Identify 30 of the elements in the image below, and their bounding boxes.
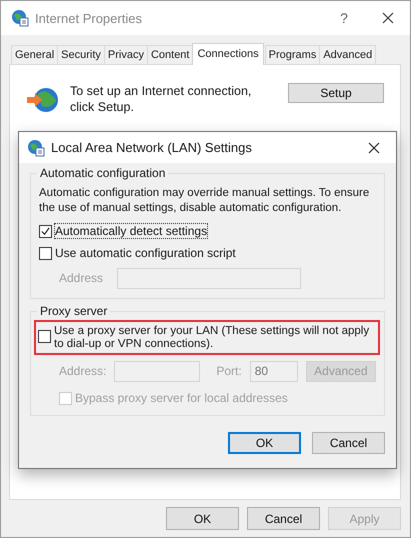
field-label: Port:: [216, 364, 242, 378]
close-icon: [382, 12, 394, 24]
field-label: Address: [59, 271, 104, 285]
dialog-button[interactable]: OK: [228, 432, 301, 454]
close-icon: [368, 142, 380, 154]
checkbox-label[interactable]: Use a proxy server for your LAN (These settings will not apply to dial-up or VPN connections).: [54, 325, 376, 351]
tab[interactable]: General: [11, 45, 58, 64]
group-heading: Proxy server: [37, 304, 110, 318]
checkbox[interactable]: [38, 330, 51, 343]
checkbox[interactable]: [39, 224, 52, 238]
setup-instruction: To set up an Internet connection, click Setup.: [70, 83, 252, 115]
dialog-button[interactable]: Cancel: [312, 432, 385, 454]
description-text: Automatic configuration may override manual settings. To ensure the use of manual settings, disable automatic configuration.: [39, 186, 370, 216]
checkbox-label[interactable]: Use automatic configuration script: [55, 246, 236, 260]
globe-icon: [27, 138, 45, 156]
tab[interactable]: Advanced: [319, 45, 376, 64]
group-heading: Automatic configuration: [37, 166, 168, 180]
dialog-title: Local Area Network (LAN) Settings: [51, 140, 253, 155]
dialog-button[interactable]: Cancel: [247, 507, 320, 530]
help-button[interactable]: ?: [322, 3, 366, 33]
tab[interactable]: Programs: [264, 45, 320, 64]
setup-button[interactable]: Setup: [288, 83, 384, 103]
tab[interactable]: Connections: [192, 43, 264, 65]
globe-icon: [11, 9, 29, 27]
window-title: Internet Properties: [35, 10, 143, 26]
checkbox-label[interactable]: Automatically detect settings: [55, 224, 208, 238]
globe-icon: [26, 85, 60, 115]
field-label: Address:: [59, 364, 106, 378]
dialog-button[interactable]: OK: [166, 507, 239, 530]
checkbox[interactable]: [39, 246, 52, 260]
